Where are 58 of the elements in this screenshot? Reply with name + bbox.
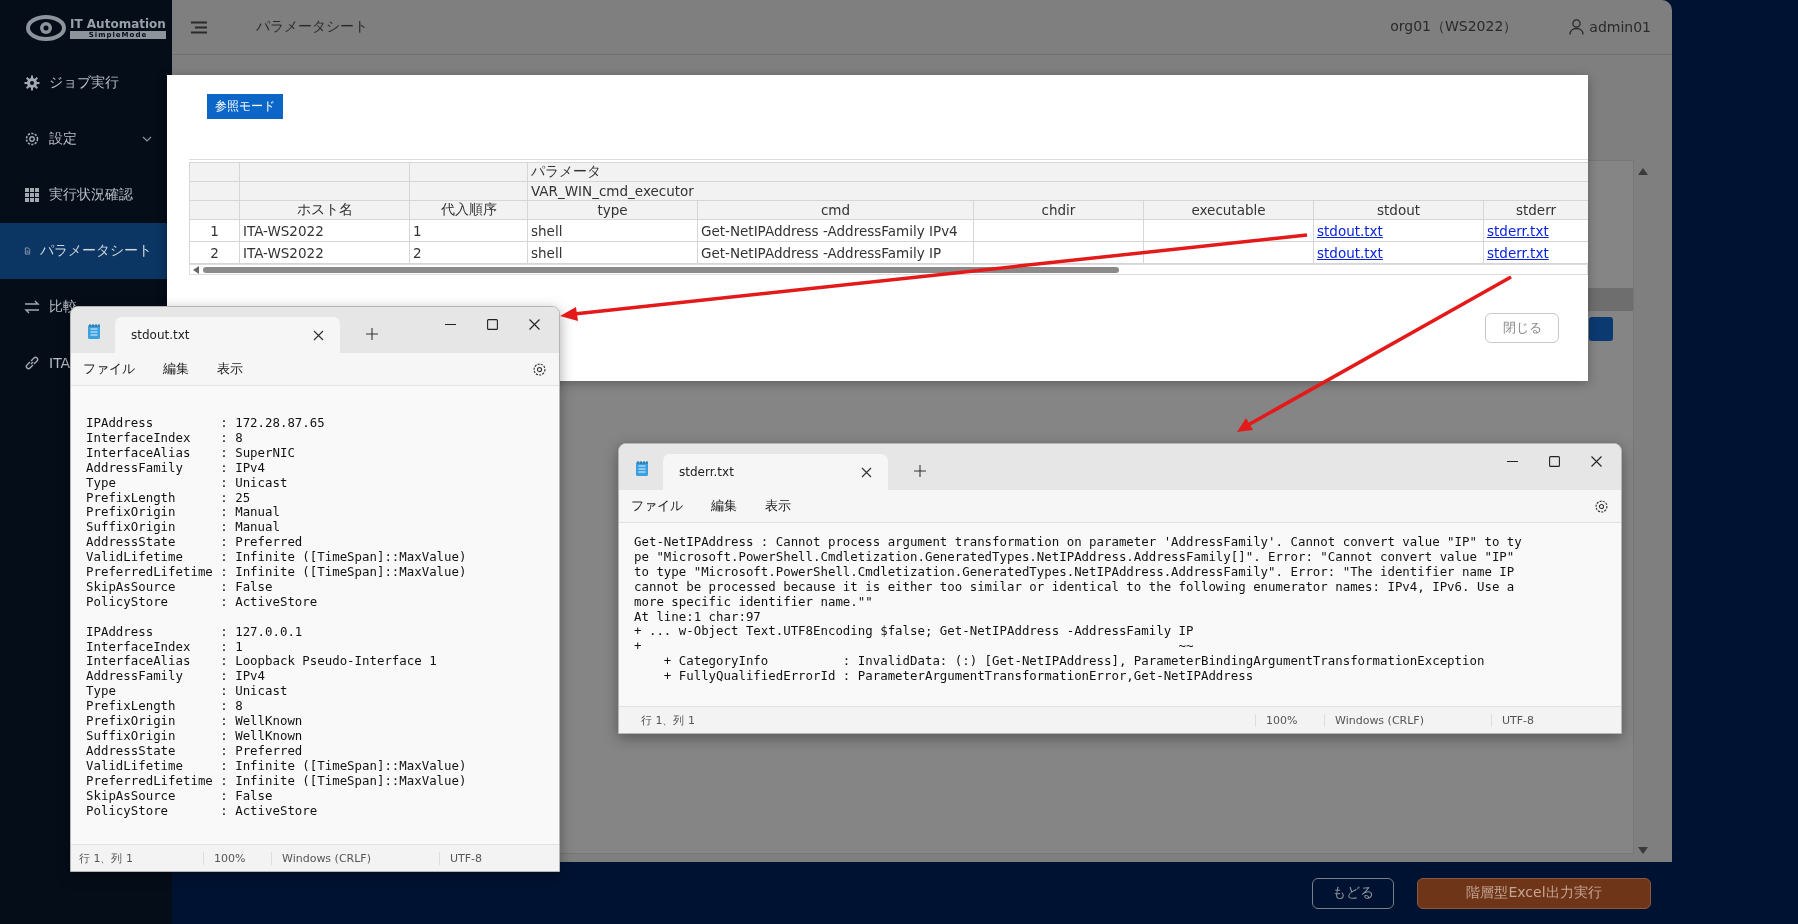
text-line: + ~~ — [634, 639, 1195, 655]
text-line: pe "Microsoft.PowerShell.Cmdletization.GeneratedTypes.NetIPAddress.AddressFamily[]". Error: "Cannot convert value "IP" — [634, 549, 1515, 565]
table-cell: ITA-WS2022 — [239, 219, 410, 242]
text-line: InterfaceAlias : SuperNIC — [86, 445, 296, 461]
cursor-position: 行 1、列 1 — [79, 850, 134, 866]
cursor-position: 行 1、列 1 — [641, 712, 696, 728]
text-line: InterfaceIndex : 8 — [86, 430, 244, 446]
table-cell: shell — [527, 219, 698, 242]
text-line: + CategoryInfo : InvalidData: (:) [Get-NetIPAddress], ParameterBindingArgumentTransformationException — [662, 654, 1486, 670]
text-line: SkipAsSource : False — [86, 579, 274, 595]
group-header-cell: パラメータ — [527, 162, 1588, 182]
table-cell: ITA-WS2022 — [239, 241, 410, 264]
text-line: SkipAsSource : False — [86, 788, 274, 804]
table-cell: shell — [527, 241, 698, 264]
logo-title: IT Automation — [70, 16, 166, 31]
text-line: PreferredLifetime : Infinite ([TimeSpan]::MaxValue) — [86, 565, 468, 580]
zoom-level: 100% — [203, 851, 271, 865]
text-line: AddressFamily : IPv4 — [86, 669, 267, 685]
page-title: パラメータシート — [256, 18, 368, 36]
line-ending: Windows (CRLF) — [1324, 713, 1491, 727]
text-line: PrefixOrigin : WellKnown — [86, 714, 304, 729]
text-line: Type : Unicast — [86, 684, 289, 700]
text-line: At line:1 char:97 — [634, 609, 762, 625]
text-line: PreferredLifetime : Infinite ([TimeSpan]::MaxValue) — [86, 773, 468, 789]
text-line: PrefixLength : 8 — [86, 699, 244, 715]
text-line: IPAddress : 172.28.87.65 — [86, 416, 326, 431]
mode-badge: 参照モード — [207, 94, 283, 119]
text-line: ValidLifetime : Infinite ([TimeSpan]::MaxValue) — [86, 758, 468, 774]
text-line: SuffixOrigin : Manual — [86, 520, 281, 536]
text-line: IPAddress : 127.0.0.1 — [86, 624, 304, 640]
text-line: AddressState : Preferred — [86, 743, 304, 759]
text-line: PolicyStore : ActiveStore — [86, 594, 319, 610]
text-line: PrefixLength : 25 — [86, 490, 252, 506]
encoding: UTF-8 — [439, 851, 559, 865]
table-cell: 1 — [409, 219, 528, 242]
text-line: PrefixOrigin : Manual — [86, 505, 281, 521]
text-line: AddressState : Preferred — [86, 535, 304, 551]
text-line: to type "Microsoft.PowerShell.Cmdletization.GeneratedTypes.NetIPAddress.AddressFamily". Error: "The identifier name IP — [634, 564, 1516, 580]
table-cell: 1 — [189, 219, 240, 242]
text-line: InterfaceAlias : Loopback Pseudo-Interface 1 — [86, 654, 438, 670]
text-line: AddressFamily : IPv4 — [86, 460, 266, 476]
zoom-level: 100% — [1255, 713, 1324, 727]
table-cell: Get-NetIPAddress -AddressFamily IPv4 — [697, 219, 974, 242]
table-cell: 2 — [189, 241, 240, 264]
text-line: Get-NetIPAddress : Cannot process argument transformation on parameter 'AddressFamily'. Cannot convert value "IP" to ty — [634, 535, 1523, 550]
text-line: SuffixOrigin : WellKnown — [86, 729, 304, 744]
text-line: ValidLifetime : Infinite ([TimeSpan]::MaxValue) — [86, 550, 468, 566]
text-line: InterfaceIndex : 1 — [86, 639, 244, 655]
text-line: PolicyStore : ActiveStore — [86, 803, 319, 819]
text-line: + ... w-Object Text.UTF8Encoding $false; Get-NetIPAddress -AddressFamily IP — [634, 624, 1195, 640]
text-line: + FullyQualifiedErrorId : ParameterArgumentTransformationError,Get-NetIPAddress — [662, 669, 1255, 685]
text-line: more specific identifier name."" — [634, 594, 874, 610]
text-line: Type : Unicast — [86, 475, 289, 491]
encoding: UTF-8 — [1491, 713, 1621, 727]
line-ending: Windows (CRLF) — [271, 851, 439, 865]
table-cell: 2 — [409, 241, 528, 264]
text-line: cannot be processed because it is either too similar or identical to the following enumerator names: IPv4, IPv6. Use a — [634, 579, 1516, 595]
table-cell: Get-NetIPAddress -AddressFamily IP — [697, 241, 974, 264]
